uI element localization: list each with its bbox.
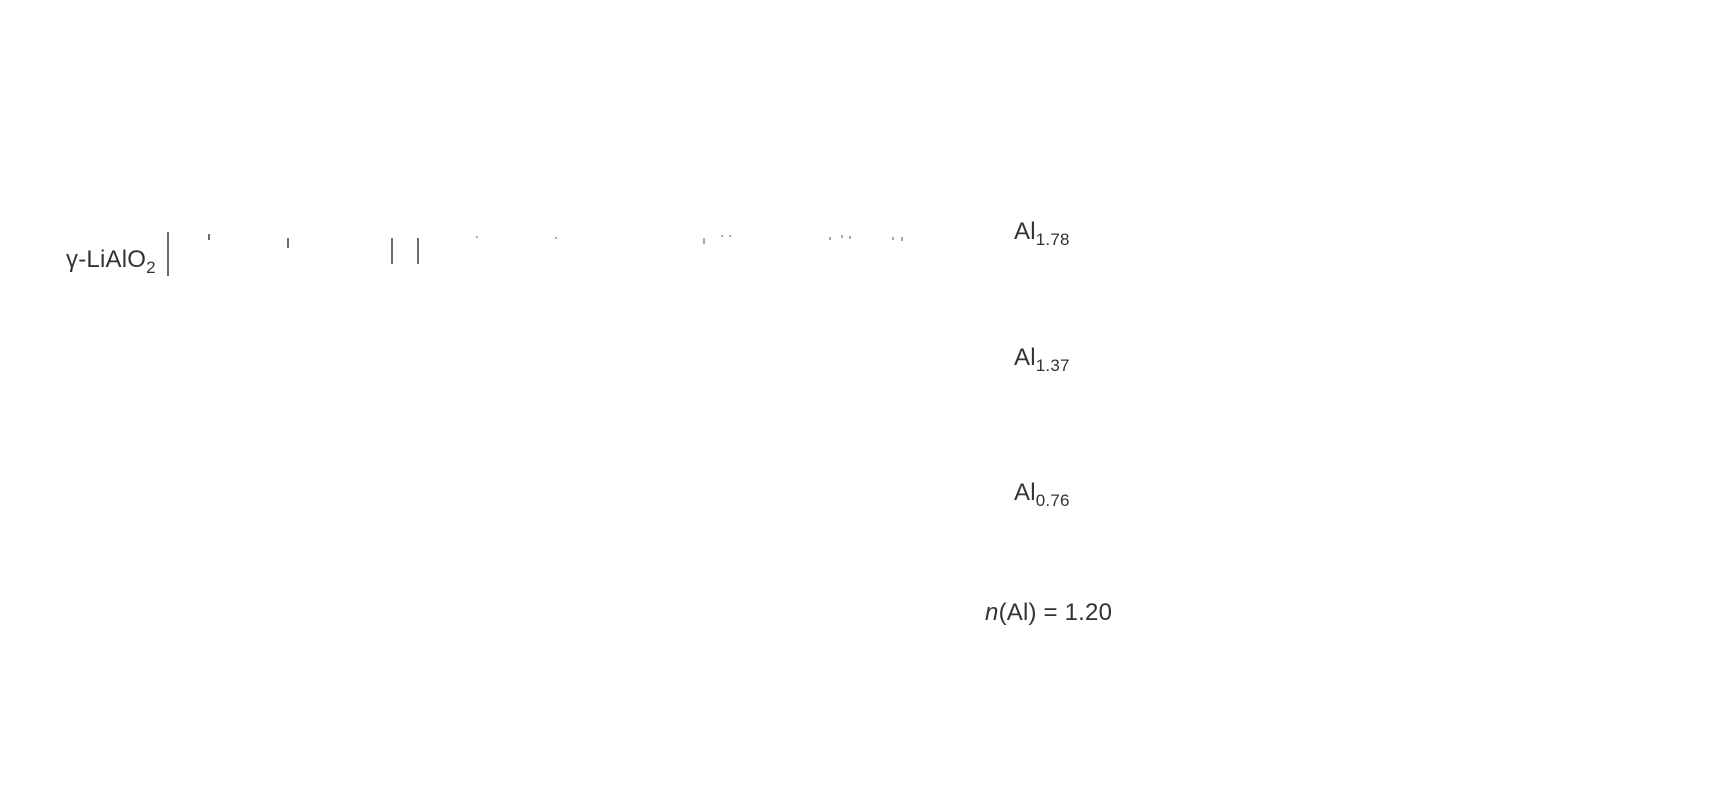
al-element: Al bbox=[1014, 344, 1036, 371]
al-occupancy: 1.37 bbox=[1035, 356, 1070, 375]
reflection-ticks bbox=[167, 232, 903, 276]
al-occupancy: 1.78 bbox=[1035, 230, 1070, 249]
al-label-3: Al0.76 bbox=[1014, 479, 1070, 510]
al-element: Al bbox=[1014, 479, 1036, 506]
n-al-value: (Al) = 1.20 bbox=[998, 599, 1113, 626]
n-al-label: n(Al) = 1.20 bbox=[985, 601, 1112, 625]
al-occupancy: 0.76 bbox=[1035, 491, 1070, 510]
al-label-2: Al1.37 bbox=[1014, 344, 1070, 375]
n-variable: n bbox=[985, 599, 999, 626]
al-element: Al bbox=[1014, 218, 1036, 245]
al-label-1: Al1.78 bbox=[1014, 218, 1070, 249]
